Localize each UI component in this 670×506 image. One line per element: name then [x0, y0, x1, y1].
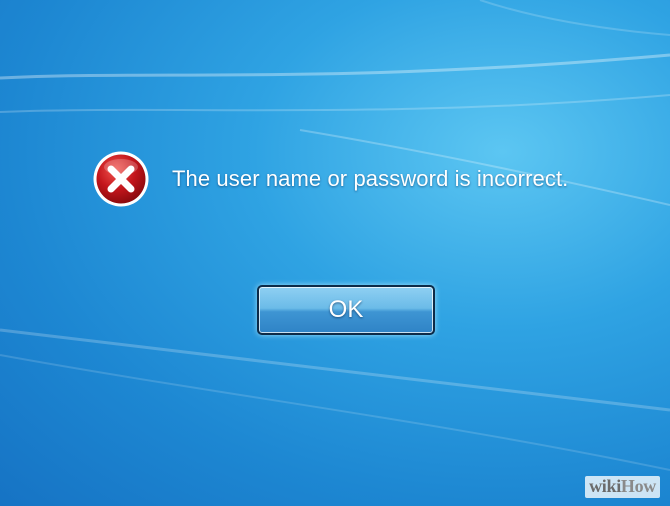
error-message: The user name or password is incorrect.	[172, 166, 569, 191]
watermark-how: How	[620, 476, 656, 496]
background-light-streaks	[0, 0, 670, 471]
ok-button[interactable]: OK	[257, 285, 435, 335]
error-x-icon	[93, 151, 149, 207]
error-row: The user name or password is incorrect.	[92, 150, 568, 208]
watermark-wiki: wiki	[589, 476, 621, 496]
logon-screen: The user name or password is incorrect. …	[0, 0, 670, 506]
wikihow-watermark: wikiHow	[585, 476, 660, 498]
